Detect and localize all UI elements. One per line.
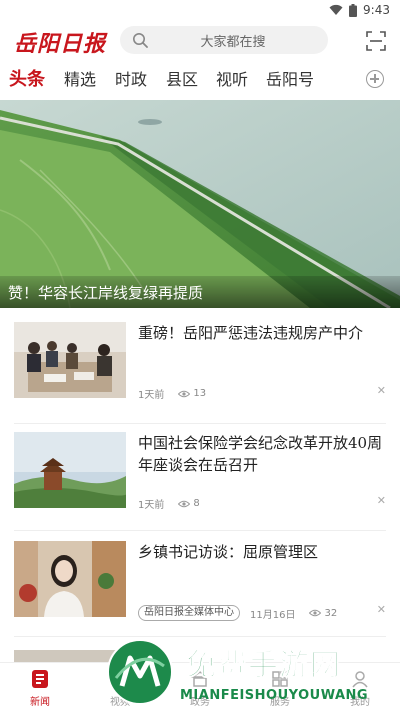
news-meta: 1天前 8: [138, 496, 200, 511]
tab-politics[interactable]: 时政: [115, 66, 147, 90]
status-time: 9:43: [363, 3, 390, 17]
divider: [14, 423, 386, 424]
channel-tabs: 头条 精选 时政 县区 视听 岳阳号: [0, 62, 400, 98]
search-icon: [133, 33, 148, 48]
nav-news[interactable]: 新闻: [10, 669, 70, 708]
news-thumbnail[interactable]: [14, 322, 126, 398]
news-meta: 岳阳日报全媒体中心 11月16日 32: [138, 605, 337, 621]
news-views: 13: [178, 388, 206, 399]
news-title[interactable]: 中国社会保险学会纪念改革开放40周年座谈会在岳召开: [138, 432, 383, 476]
eye-icon: [309, 609, 322, 617]
news-view-count: 8: [193, 498, 200, 509]
news-time: 11月16日: [250, 609, 296, 621]
nav-label: 新闻: [30, 697, 50, 708]
news-item[interactable]: 重磅！岳阳严惩违法违规房产中介 1天前 13 ✕: [14, 322, 386, 422]
wifi-icon: [329, 4, 343, 15]
watermark-subtext: MIANFEISHOUYOUWANG: [180, 688, 369, 703]
divider: [14, 530, 386, 531]
site-watermark: 免费手游网 MIANFEISHOUYOUWANG: [100, 636, 400, 711]
tab-yueyang-account[interactable]: 岳阳号: [266, 66, 314, 90]
add-channel-icon[interactable]: [366, 70, 384, 88]
news-title[interactable]: 重磅！岳阳严惩违法违规房产中介: [138, 322, 383, 344]
tab-featured[interactable]: 精选: [64, 66, 96, 90]
watermark-text: 免费手游网: [186, 648, 341, 684]
close-icon[interactable]: ✕: [377, 384, 386, 397]
tab-headlines[interactable]: 头条: [9, 65, 45, 91]
news-view-count: 13: [193, 388, 207, 399]
app-logo[interactable]: 岳阳日报: [14, 26, 106, 58]
hero-caption[interactable]: 赞！华容长江岸线复绿再提质: [8, 282, 203, 303]
news-views: 8: [178, 498, 200, 509]
news-source-tag[interactable]: 岳阳日报全媒体中心: [138, 605, 240, 621]
news-meta: 1天前 13: [138, 386, 206, 401]
watermark-logo-icon: [107, 639, 173, 705]
eye-icon: [178, 390, 191, 397]
news-view-count: 32: [324, 607, 338, 619]
tab-audiovisual[interactable]: 视听: [216, 66, 248, 90]
tab-counties[interactable]: 县区: [166, 66, 198, 90]
news-views: 32: [309, 608, 337, 619]
close-icon[interactable]: ✕: [377, 494, 386, 507]
news-time: 1天前: [138, 390, 165, 401]
eye-icon: [178, 500, 191, 507]
status-icons: 9:43: [329, 3, 390, 17]
app-header: 岳阳日报 大家都在搜: [0, 22, 400, 60]
hero-caption-bar: 赞！华容长江岸线复绿再提质: [0, 276, 400, 308]
close-icon[interactable]: ✕: [377, 603, 386, 616]
battery-icon: [349, 3, 358, 17]
news-thumbnail[interactable]: [14, 432, 126, 508]
status-bar: 9:43: [0, 0, 400, 22]
news-title[interactable]: 乡镇书记访谈：屈原管理区: [138, 541, 383, 563]
news-icon: [32, 670, 48, 688]
search-placeholder: 大家都在搜: [200, 34, 266, 50]
scan-icon[interactable]: [366, 31, 386, 51]
news-item[interactable]: 乡镇书记访谈：屈原管理区 岳阳日报全媒体中心 11月16日 32 ✕: [14, 541, 386, 641]
news-item[interactable]: 中国社会保险学会纪念改革开放40周年座谈会在岳召开 1天前 8 ✕: [14, 432, 386, 532]
news-time: 1天前: [138, 500, 165, 511]
hero-banner[interactable]: 赞！华容长江岸线复绿再提质: [0, 100, 400, 308]
search-bar[interactable]: 大家都在搜: [120, 26, 328, 54]
news-thumbnail[interactable]: [14, 541, 126, 617]
